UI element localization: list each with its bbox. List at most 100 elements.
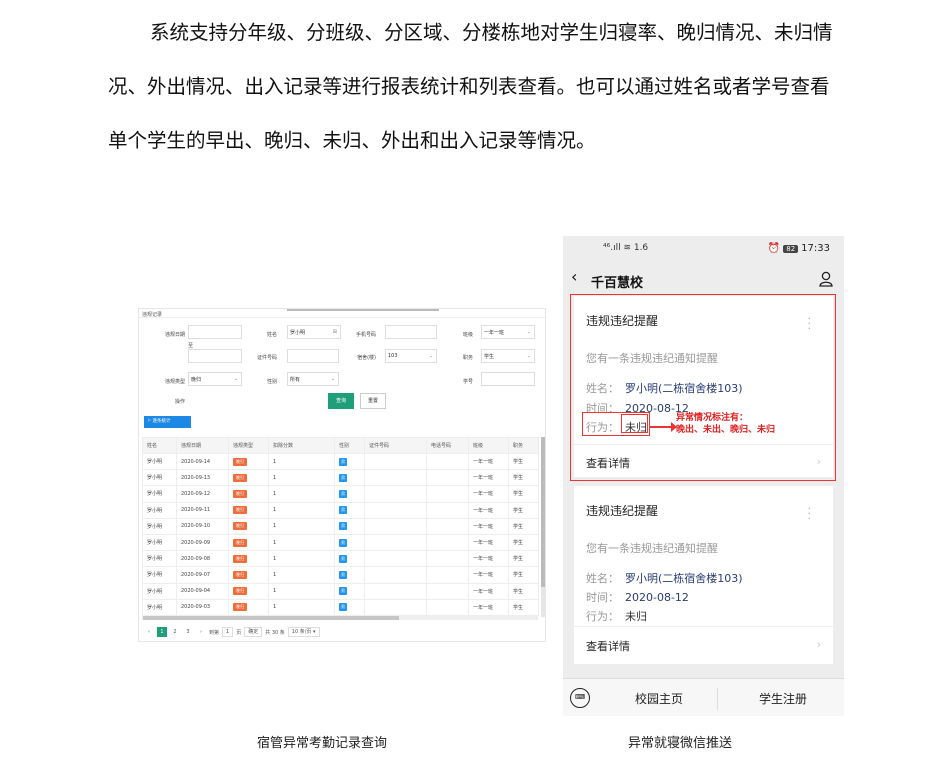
post-select[interactable]: 学生 ⌄ [481, 349, 535, 363]
id-card-icon[interactable]: ⊞ [333, 329, 337, 335]
table-row[interactable]: 罗小明 2020-09-10 晚归 1 男 一年一班 学生 [142, 517, 539, 535]
table-cell: 一年一班 [468, 485, 509, 503]
id-input[interactable] [287, 349, 339, 363]
tab-campus-home[interactable]: 校园主页 [635, 690, 683, 707]
table-row[interactable]: 罗小明 2020-09-14 晚归 1 男 一年一班 学生 [142, 452, 539, 471]
late-badge: 晚归 [233, 570, 247, 579]
cell-text: 2020-09-08 [181, 555, 211, 562]
table-cell: 晚归 [228, 517, 269, 535]
prev-page-button[interactable]: ‹ [144, 627, 154, 637]
post-select-value: 学生 [484, 354, 495, 360]
table-row[interactable]: 罗小明 2020-09-04 晚归 1 男 一年一班 学生 [142, 582, 539, 600]
table-cell [426, 550, 469, 568]
table-cell: 男 [334, 598, 365, 616]
records-table: 姓名 违规日期 违规类型 扣除分数 性别 证件号码 电话号码 班级 职务 罗小明 2020-09-… [142, 437, 539, 616]
next-page-button[interactable]: › [196, 627, 206, 637]
phone-input[interactable] [385, 325, 437, 339]
table-cell: 晚归 [228, 550, 269, 568]
column-header: 违规类型 [228, 437, 269, 454]
table-cell: 学生 [508, 582, 539, 600]
page-3-button[interactable]: 3 [183, 627, 193, 637]
cell-text: 一年一班 [473, 475, 494, 482]
table-row[interactable]: 罗小明 2020-09-08 晚归 1 男 一年一班 学生 [142, 550, 539, 568]
table-cell: 晚归 [228, 533, 269, 552]
cell-text: 2020-09-09 [181, 539, 211, 546]
vertical-scrollbar[interactable] [541, 437, 545, 617]
scroll-thumb[interactable] [143, 616, 399, 620]
table-cell: 学生 [508, 452, 539, 471]
nav-bar: ‹ 千百慧校 [563, 266, 844, 294]
tab-student-register[interactable]: 学生注册 [759, 690, 807, 707]
caption-right: 异常就寝微信推送 [628, 736, 733, 751]
table-cell: 学生 [508, 485, 539, 503]
table-cell: 男 [334, 469, 365, 487]
table-cell: 1 [268, 485, 335, 503]
user-icon[interactable] [819, 271, 833, 287]
page-2-button[interactable]: 2 [170, 627, 180, 637]
more-icon[interactable]: · · · [808, 503, 812, 524]
time-value: 2020-08-12 [625, 591, 689, 604]
sex-select[interactable]: 所有 ⌄ [287, 372, 339, 386]
table-body: 罗小明 2020-09-14 晚归 1 男一年一班 学生 罗小明 2020-09-13 晚归 1 男… [142, 452, 539, 616]
table-cell: 1 [268, 582, 335, 600]
late-badge: 晚归 [233, 506, 247, 515]
date-to-input[interactable] [188, 349, 242, 363]
table-row[interactable]: 罗小明 2020-09-11 晚归 1 男 一年一班 学生 [142, 501, 539, 519]
back-arrow-icon[interactable]: ‹ [571, 267, 577, 286]
late-badge: 晚归 [233, 522, 247, 531]
table-row[interactable]: 罗小明 2020-09-09 晚归 1 男 一年一班 学生 [142, 533, 539, 552]
table-cell: 男 [334, 533, 365, 552]
cell-text: 1 [273, 604, 277, 611]
table-row[interactable]: 罗小明 2020-09-13 晚归 1 男 一年一班 学生 [142, 469, 539, 487]
goto-input[interactable]: 1 [222, 627, 234, 637]
sex-badge: 男 [339, 603, 347, 612]
table-row[interactable]: 罗小明 2020-09-07 晚归 1 男 一年一班 学生 [142, 566, 539, 584]
stuno-label: 学号 [462, 379, 473, 385]
cell-text: 学生 [513, 588, 524, 595]
cell-text: 罗小明 [147, 572, 163, 579]
dorm-select[interactable]: 103 ⌄ [385, 349, 437, 363]
total-count: 共 30 条 [265, 629, 285, 636]
table-row[interactable]: 罗小明 2020-09-12 晚归 1 男 一年一班 学生 [142, 485, 539, 503]
table-cell: 1 [268, 598, 335, 616]
cell-text: 2020-09-11 [181, 507, 211, 514]
card-act-row: 行为： 未归 [586, 608, 647, 624]
stat-button[interactable]: ⚐ 逐条统计 [144, 416, 191, 428]
name-input[interactable]: 罗小明 ⊞ [287, 325, 341, 339]
table-cell: 1 [268, 452, 335, 471]
type-select[interactable]: 晚归 ⌄ [188, 372, 242, 386]
table-cell: 晚归 [228, 598, 269, 616]
scroll-thumb[interactable] [541, 437, 545, 587]
cell-text: 学生 [513, 507, 524, 514]
class-select[interactable]: 一年一班 ⌄ [481, 325, 535, 339]
query-button[interactable]: 查询 [328, 393, 354, 409]
keyboard-icon[interactable]: ⌨ [570, 688, 590, 708]
act-label: 行为： [586, 610, 619, 623]
table-cell [426, 485, 469, 503]
reset-button[interactable]: 重置 [360, 393, 386, 409]
table-cell: 男 [334, 582, 365, 600]
notice-card-2[interactable]: 违规违纪提醒 · · · 您有一条违规违纪通知提醒 姓名： 罗小明(二栋宿舍楼103)… [574, 486, 833, 664]
view-detail-link[interactable]: 查看详情 [586, 638, 630, 654]
id-label: 证件号码 [256, 355, 277, 361]
confirm-button[interactable]: 确定 [244, 627, 263, 637]
table-cell: 罗小明 [142, 485, 177, 503]
page-1-button[interactable]: 1 [157, 627, 167, 637]
horizontal-scrollbar[interactable] [142, 616, 538, 620]
type-select-value: 晚归 [191, 377, 202, 383]
stuno-input[interactable] [481, 372, 535, 386]
table-cell [364, 566, 427, 584]
table-cell: 晚归 [228, 501, 269, 519]
date-from-input[interactable] [188, 325, 242, 339]
table-cell: 男 [334, 566, 365, 584]
cell-text: 一年一班 [473, 491, 494, 498]
cell-text: 学生 [513, 604, 524, 611]
table-cell: 2020-09-09 [176, 533, 229, 552]
sex-badge: 男 [339, 587, 347, 596]
per-page-select[interactable]: 10 条/页 ▾ [287, 627, 320, 637]
per-page-value: 10 条/页 [291, 629, 312, 635]
cell-text: 罗小明 [147, 604, 163, 611]
table-cell: 罗小明 [142, 550, 177, 568]
table-row[interactable]: 罗小明 2020-09-03 晚归 1 男 一年一班 学生 [142, 598, 539, 616]
table-cell: 罗小明 [142, 582, 177, 600]
